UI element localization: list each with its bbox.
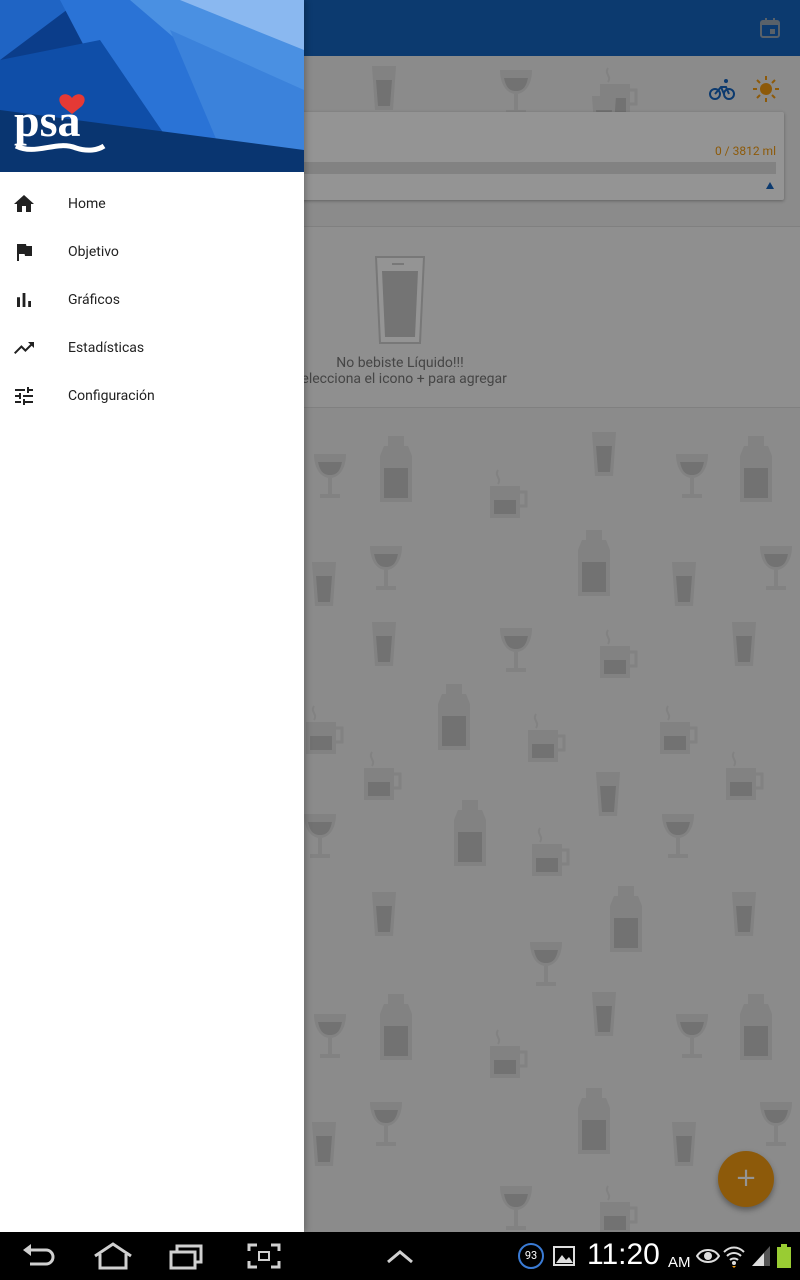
gallery-notification-icon[interactable] — [553, 1246, 575, 1266]
nav-label-objetivo: Objetivo — [68, 244, 119, 260]
recent-apps-icon[interactable] — [168, 1242, 204, 1270]
system-navigation-bar: 93 11:20 AM — [0, 1232, 800, 1280]
nav-label-estadisticas: Estadísticas — [68, 340, 145, 356]
home-nav-icon[interactable] — [92, 1242, 134, 1270]
flag-icon — [17, 244, 32, 261]
nav-label-graficos: Gráficos — [68, 292, 120, 308]
clock-time: 11:20 — [587, 1238, 660, 1271]
notification-count-badge[interactable]: 93 — [518, 1243, 544, 1269]
clock-ampm: AM — [668, 1254, 691, 1271]
navigation-drawer: psa Home Objetivo Gráficos Estadísticas … — [0, 0, 304, 1232]
psa-logo: psa — [14, 94, 106, 153]
signal-icon — [752, 1246, 770, 1266]
screenshot-icon[interactable] — [246, 1242, 282, 1270]
eye-icon — [696, 1249, 720, 1263]
chevron-up-icon[interactable] — [382, 1242, 418, 1270]
drawer-menu: Home Objetivo Gráficos Estadísticas Conf… — [0, 180, 304, 420]
drawer-header: psa — [0, 0, 304, 172]
nav-item-graficos[interactable]: Gráficos — [0, 276, 304, 324]
nav-item-configuracion[interactable]: Configuración — [0, 372, 304, 420]
nav-label-configuracion: Configuración — [68, 388, 155, 404]
nav-item-home[interactable]: Home — [0, 180, 304, 228]
trending-up-icon — [14, 342, 34, 354]
bar-chart-icon — [17, 293, 31, 307]
nav-item-estadisticas[interactable]: Estadísticas — [0, 324, 304, 372]
nav-label-home: Home — [68, 196, 106, 212]
nav-item-objetivo[interactable]: Objetivo — [0, 228, 304, 276]
back-icon[interactable] — [20, 1242, 56, 1270]
home-icon — [14, 195, 34, 212]
battery-icon — [777, 1244, 791, 1268]
wifi-icon — [723, 1246, 745, 1268]
sliders-icon — [15, 387, 33, 405]
